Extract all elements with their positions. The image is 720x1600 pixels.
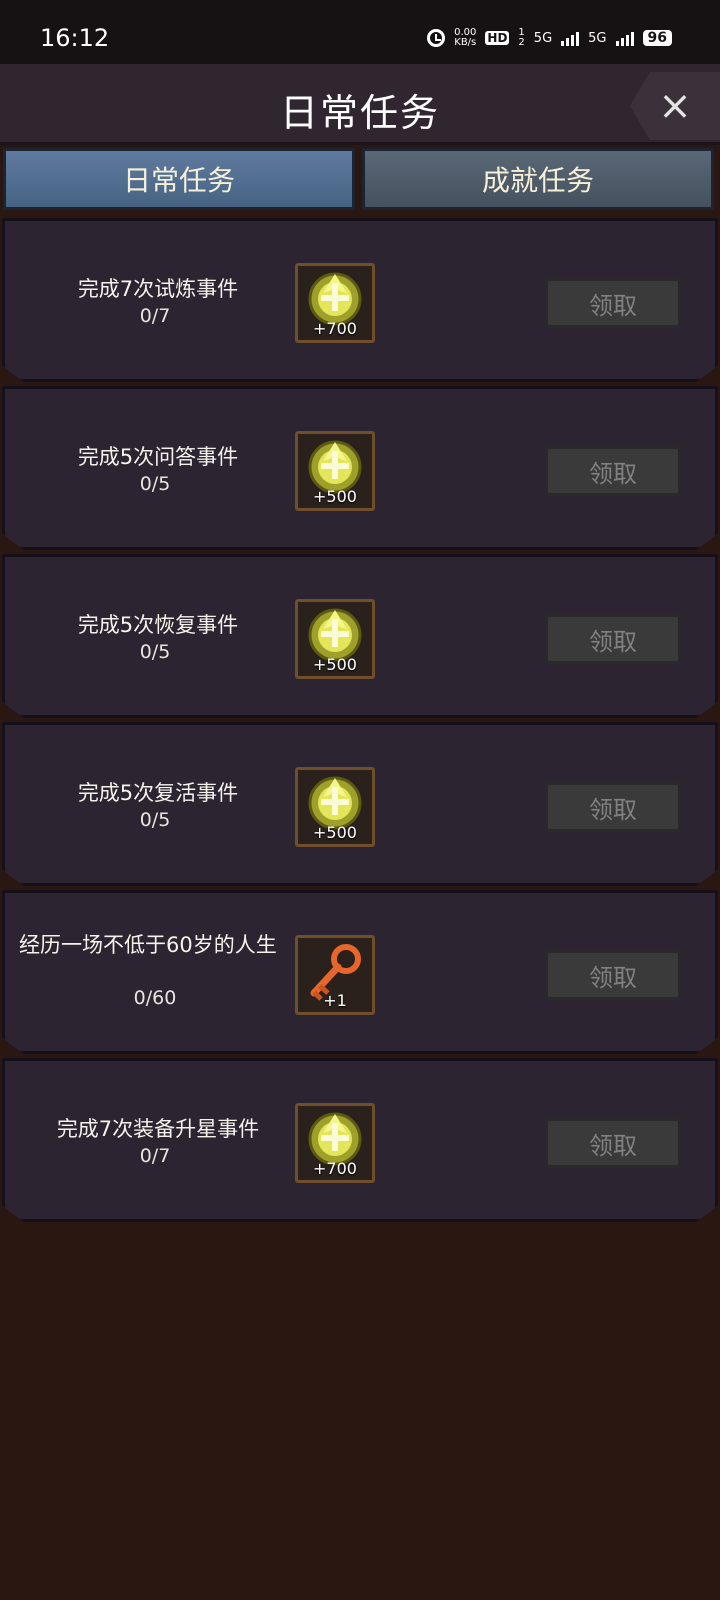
reward-slot: +500 xyxy=(295,767,375,847)
task-title: 经历一场不低于60岁的人生 xyxy=(19,933,277,957)
task-title: 完成7次试炼事件 xyxy=(77,277,239,301)
close-icon: × xyxy=(658,83,692,129)
page-title: 日常任务 xyxy=(279,91,440,135)
task-progress: 0/5 xyxy=(139,809,171,831)
reward-amount: +700 xyxy=(313,1159,357,1178)
hd-icon: HD xyxy=(485,31,510,45)
reward-amount: +1 xyxy=(323,991,347,1010)
battery-indicator: 96 xyxy=(642,30,672,46)
task-card: 经历一场不低于60岁的人生 0/60 +1 领取 xyxy=(2,890,718,1054)
task-progress: 0/5 xyxy=(139,473,171,495)
reward-amount: +500 xyxy=(313,655,357,674)
task-progress: 0/7 xyxy=(139,1145,171,1167)
alarm-icon xyxy=(427,29,446,47)
claim-button[interactable]: 领取 xyxy=(545,278,681,328)
claim-button[interactable]: 领取 xyxy=(545,614,681,664)
reward-amount: +500 xyxy=(313,487,357,506)
task-card: 完成7次装备升星事件 0/7 +700 领取 xyxy=(2,1058,718,1222)
tab-achievement-tasks[interactable]: 成就任务 xyxy=(362,148,714,210)
task-progress: 0/7 xyxy=(139,305,171,327)
task-title: 完成7次装备升星事件 xyxy=(56,1117,260,1141)
status-bar: 16:12 0.00 KB/s HD 1 2 5G 5G 96 xyxy=(0,0,720,64)
task-card: 完成5次复活事件 0/5 +500 领取 xyxy=(2,722,718,886)
claim-button[interactable]: 领取 xyxy=(545,950,681,1000)
claim-button[interactable]: 领取 xyxy=(545,782,681,832)
network-speed: 0.00 KB/s xyxy=(454,28,476,48)
reward-slot: +500 xyxy=(295,431,375,511)
task-title: 完成5次问答事件 xyxy=(77,445,239,469)
network-speed-unit: KB/s xyxy=(454,37,477,48)
task-card: 完成5次恢复事件 0/5 +500 领取 xyxy=(2,554,718,718)
task-progress: 0/60 xyxy=(133,987,177,1009)
status-time: 16:12 xyxy=(40,24,110,52)
hd-sim-indicator: 1 2 xyxy=(518,28,524,48)
header: 日常任务 × xyxy=(0,64,720,145)
reward-amount: +500 xyxy=(313,823,357,842)
hd-sim-2: 2 xyxy=(518,37,525,48)
reward-slot: +500 xyxy=(295,599,375,679)
reward-slot: +700 xyxy=(295,1103,375,1183)
reward-amount: +700 xyxy=(313,319,357,338)
status-icons: 0.00 KB/s HD 1 2 5G 5G 96 xyxy=(427,28,672,48)
signal-5g-label-1: 5G xyxy=(533,30,553,46)
tab-daily-tasks[interactable]: 日常任务 xyxy=(3,148,355,210)
signal-5g-label-2: 5G xyxy=(588,30,607,46)
task-card: 完成5次问答事件 0/5 +500 领取 xyxy=(2,386,718,550)
signal-bars-icon xyxy=(561,30,580,46)
signal-bars-icon xyxy=(615,30,634,46)
task-progress: 0/5 xyxy=(139,641,171,663)
reward-slot: +700 xyxy=(295,263,375,343)
claim-button[interactable]: 领取 xyxy=(545,1118,681,1168)
task-card: 完成7次试炼事件 0/7 +700 领取 xyxy=(2,218,718,382)
reward-slot: +1 xyxy=(295,935,375,1015)
task-title: 完成5次恢复事件 xyxy=(77,613,239,637)
task-title: 完成5次复活事件 xyxy=(77,781,239,805)
claim-button[interactable]: 领取 xyxy=(545,446,681,496)
